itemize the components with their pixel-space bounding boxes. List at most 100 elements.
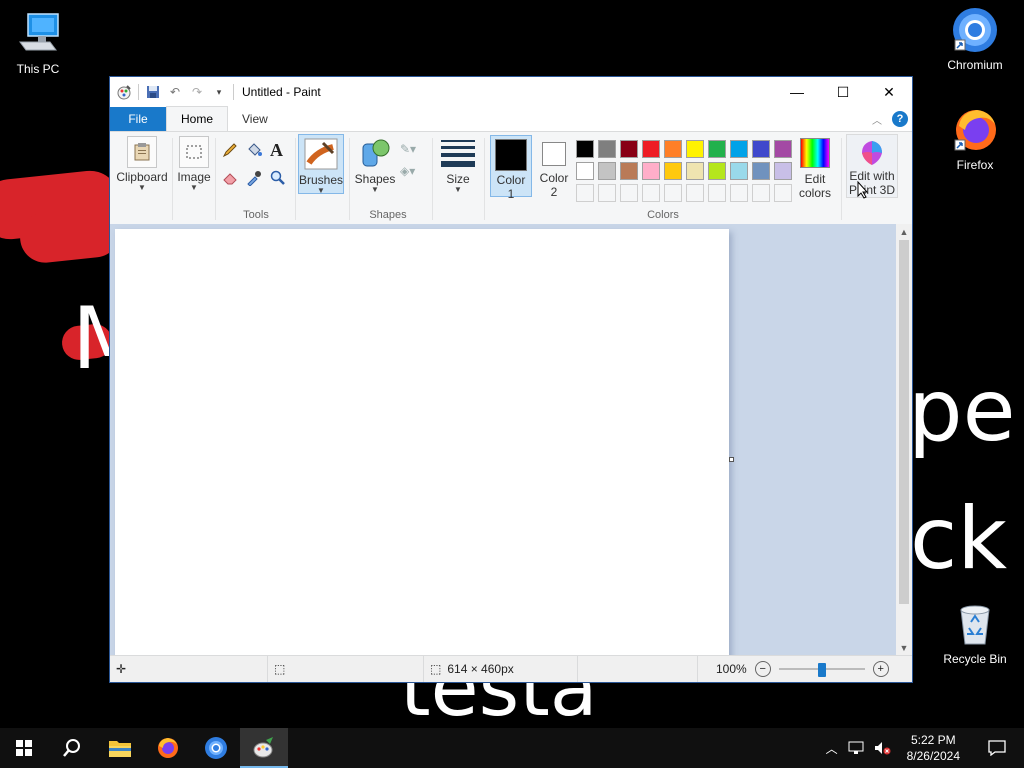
color-swatch[interactable] xyxy=(598,140,616,158)
color-swatch[interactable] xyxy=(730,184,748,202)
maximize-button[interactable]: ☐ xyxy=(820,77,866,107)
tab-view[interactable]: View xyxy=(228,107,282,131)
color-swatch[interactable] xyxy=(708,140,726,158)
color-swatch[interactable] xyxy=(576,140,594,158)
taskbar-clock[interactable]: 5:22 PM 8/26/2024 xyxy=(897,732,970,764)
zoom-slider[interactable] xyxy=(778,663,865,677)
background-word: ck xyxy=(910,489,1008,589)
search-button[interactable] xyxy=(48,728,96,768)
background-word: pe xyxy=(908,361,1016,461)
desktop-icon-firefox[interactable]: Firefox xyxy=(937,106,1013,172)
zoom-in-icon[interactable]: + xyxy=(872,661,889,677)
chromium-icon xyxy=(951,6,999,54)
scroll-down-icon[interactable]: ▼ xyxy=(896,640,912,656)
show-hidden-icons-chevron-up-icon[interactable]: ︿ xyxy=(821,740,843,757)
tab-home[interactable]: Home xyxy=(166,106,229,131)
color-swatch[interactable] xyxy=(598,184,616,202)
color-1-button[interactable]: Color 1 xyxy=(490,135,532,201)
color-swatch[interactable] xyxy=(774,184,792,202)
color-swatch[interactable] xyxy=(708,184,726,202)
vertical-scrollbar[interactable]: ▲ ▼ xyxy=(896,224,912,656)
collapse-ribbon-icon[interactable]: ︿ xyxy=(872,112,882,127)
fill-icon[interactable] xyxy=(246,142,262,161)
color-swatch[interactable] xyxy=(730,162,748,180)
color-swatch[interactable] xyxy=(708,162,726,180)
color-swatch[interactable] xyxy=(620,184,638,202)
customize-toolbar-icon[interactable]: ▾ xyxy=(211,84,227,100)
taskbar-chromium[interactable] xyxy=(192,728,240,768)
color-swatch[interactable] xyxy=(664,184,682,202)
desktop-icon-this-pc[interactable]: This PC xyxy=(0,10,76,76)
color-swatch[interactable] xyxy=(620,140,638,158)
edit-colors-button[interactable]: Edit colors xyxy=(794,136,836,200)
color-swatch[interactable] xyxy=(576,184,594,202)
color-swatch[interactable] xyxy=(686,140,704,158)
chevron-down-icon: ▼ xyxy=(190,183,198,192)
scroll-up-icon[interactable]: ▲ xyxy=(896,224,912,240)
notification-center-icon[interactable] xyxy=(970,740,1024,756)
pencil-icon[interactable] xyxy=(222,142,238,161)
color-2-swatch xyxy=(542,142,566,166)
color-swatch[interactable] xyxy=(576,162,594,180)
brushes-label: Brushes xyxy=(299,173,344,187)
taskbar-paint[interactable] xyxy=(240,728,288,768)
paint3d-label-2: Paint 3D xyxy=(848,183,896,197)
close-button[interactable]: ✕ xyxy=(866,77,912,107)
desktop-icon-recycle-bin[interactable]: Recycle Bin xyxy=(937,600,1013,666)
color-swatch[interactable] xyxy=(686,162,704,180)
resize-handle-right[interactable] xyxy=(729,457,734,462)
zoom-slider-knob[interactable] xyxy=(817,663,826,677)
size-button[interactable]: Size ▼ xyxy=(438,136,478,194)
color-swatch[interactable] xyxy=(664,140,682,158)
taskbar-file-explorer[interactable] xyxy=(96,728,144,768)
color-swatch[interactable] xyxy=(620,162,638,180)
canvas-size-icon: ⬚ xyxy=(430,662,442,676)
color-swatch[interactable] xyxy=(774,140,792,158)
image-button[interactable]: Image ▼ xyxy=(174,136,214,192)
color-picker-icon[interactable] xyxy=(246,170,262,189)
color-swatch[interactable] xyxy=(664,162,682,180)
color-swatch[interactable] xyxy=(642,184,660,202)
outline-icon[interactable]: ✎▾ xyxy=(400,142,416,156)
scrollbar-thumb[interactable] xyxy=(899,240,909,604)
desktop-icon-label: This PC xyxy=(16,62,60,76)
shapes-icon xyxy=(359,136,391,170)
eraser-icon[interactable] xyxy=(222,170,238,189)
color-swatch[interactable] xyxy=(774,162,792,180)
text-tool-icon[interactable]: A xyxy=(270,140,283,161)
magnifier-icon[interactable] xyxy=(270,170,286,189)
redo-icon[interactable]: ↷ xyxy=(189,84,205,100)
shape-fill-icon[interactable]: ◈▾ xyxy=(400,164,415,178)
color-swatch[interactable] xyxy=(752,184,770,202)
color-swatch[interactable] xyxy=(730,140,748,158)
minimize-button[interactable]: — xyxy=(774,77,820,107)
windows-icon xyxy=(16,740,32,756)
clipboard-button[interactable]: Clipboard ▼ xyxy=(114,136,170,192)
color-swatch[interactable] xyxy=(642,140,660,158)
desktop-icon-chromium[interactable]: Chromium xyxy=(937,6,1013,72)
colors-group-label: Colors xyxy=(647,209,679,221)
color-swatch[interactable] xyxy=(598,162,616,180)
shapes-button[interactable]: Shapes ▼ xyxy=(354,136,396,194)
help-icon[interactable]: ? xyxy=(892,111,908,127)
undo-icon[interactable]: ↶ xyxy=(167,84,183,100)
network-icon[interactable] xyxy=(843,741,869,755)
volume-muted-icon[interactable] xyxy=(869,741,897,755)
color-swatch[interactable] xyxy=(752,140,770,158)
start-button[interactable] xyxy=(0,728,48,768)
brushes-button[interactable]: Brushes ▼ xyxy=(298,134,344,195)
tab-file[interactable]: File xyxy=(110,107,166,131)
paint3d-label-1: Edit with xyxy=(849,169,895,183)
color-swatch[interactable] xyxy=(752,162,770,180)
zoom-out-icon[interactable]: − xyxy=(754,661,771,677)
color-2-button[interactable]: Color 2 xyxy=(534,135,574,199)
separator xyxy=(138,84,139,100)
drawing-canvas[interactable] xyxy=(115,229,729,656)
color-swatch[interactable] xyxy=(686,184,704,202)
color-swatch[interactable] xyxy=(642,162,660,180)
chromium-icon xyxy=(205,737,227,759)
paint-app-icon[interactable] xyxy=(116,84,132,100)
edit-with-paint3d-button[interactable]: Edit with Paint 3D xyxy=(846,134,898,198)
taskbar-firefox[interactable] xyxy=(144,728,192,768)
save-icon[interactable] xyxy=(145,84,161,100)
